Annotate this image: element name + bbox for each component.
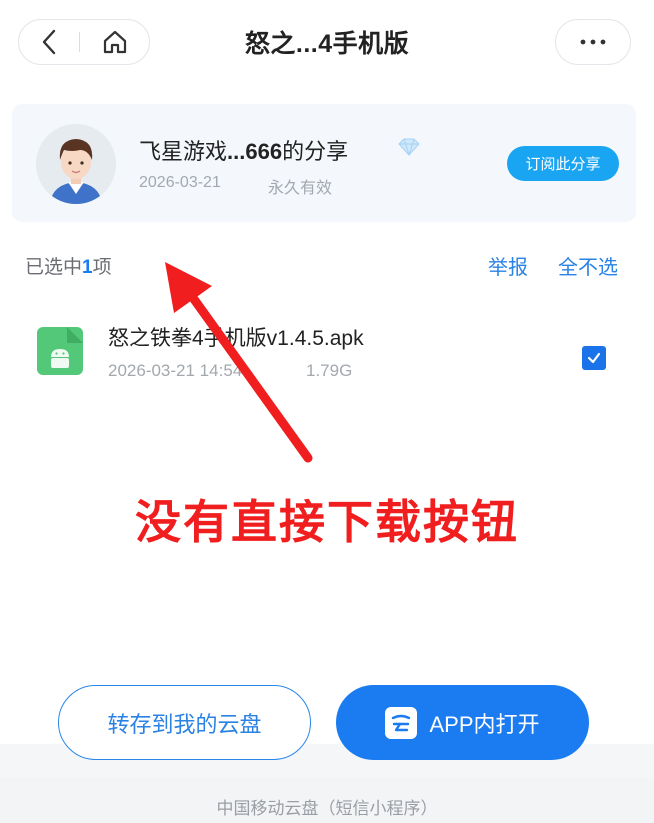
open-in-app-label: APP内打开 [429,711,540,737]
open-in-app-button[interactable]: APP内打开 [336,685,589,760]
annotation-text: 没有直接下载按钮 [135,496,519,548]
footer-text: 中国移动云盘（短信小程序） [216,799,438,818]
cloud-app-icon [385,706,418,739]
save-to-cloud-button[interactable]: 转存到我的云盘 [58,685,311,760]
